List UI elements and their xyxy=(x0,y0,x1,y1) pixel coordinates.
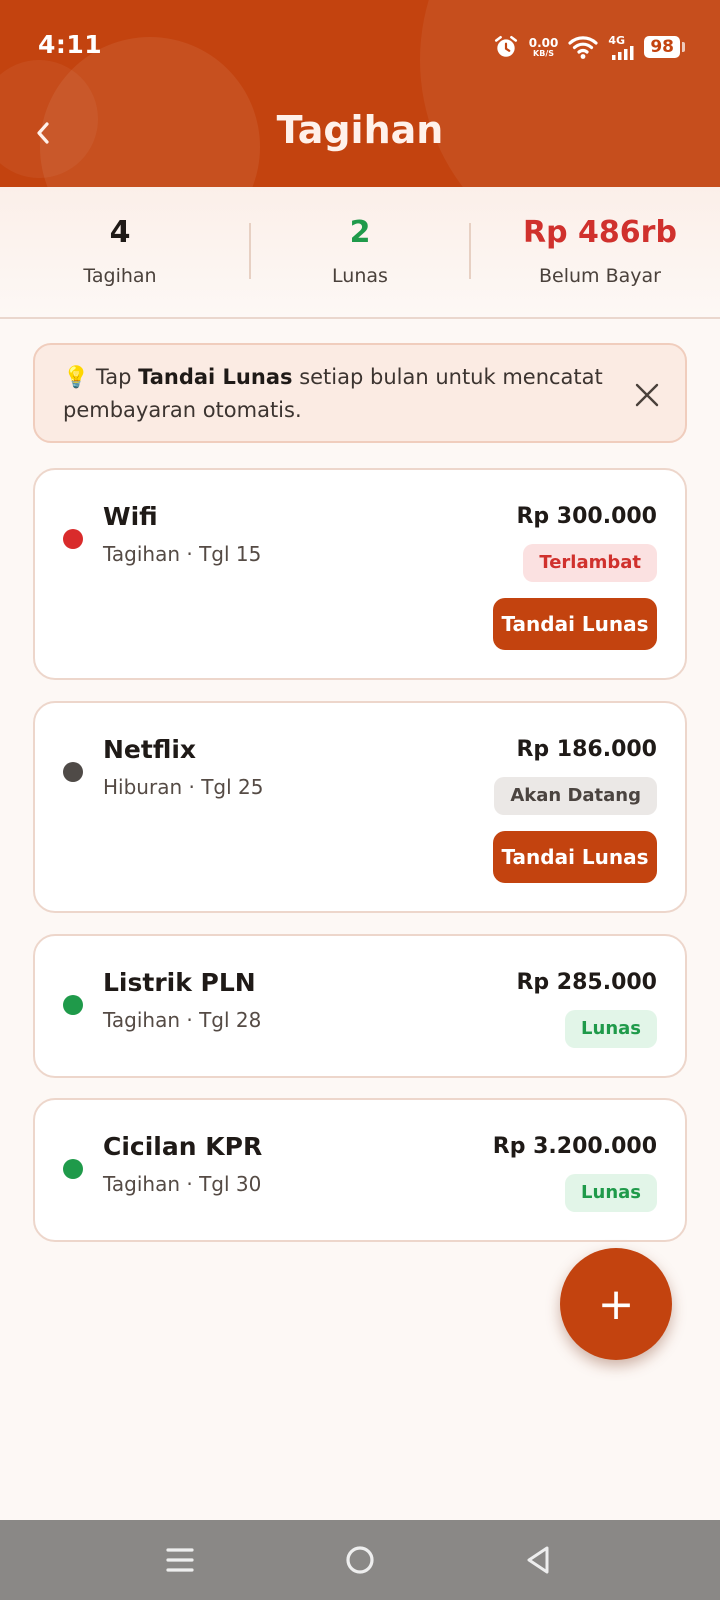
menu-icon xyxy=(166,1548,194,1572)
cellular-signal: 4G xyxy=(608,34,634,60)
summary-label: Tagihan xyxy=(83,265,157,287)
bill-card[interactable]: Listrik PLN Tagihan · Tgl 28 Rp 285.000 … xyxy=(33,934,687,1078)
tip-highlight: Tandai Lunas xyxy=(138,365,293,389)
recent-apps-button[interactable] xyxy=(158,1538,202,1582)
speed-unit: KB/S xyxy=(533,48,555,58)
page-title: Tagihan xyxy=(276,108,444,152)
add-bill-button[interactable]: + xyxy=(560,1248,672,1360)
back-nav-button[interactable] xyxy=(516,1538,560,1582)
bill-amount: Rp 300.000 xyxy=(516,504,657,529)
status-badge: Lunas xyxy=(565,1174,657,1212)
signal-icon xyxy=(612,46,634,60)
status-dot xyxy=(63,995,83,1015)
bill-subtitle: Tagihan · Tgl 15 xyxy=(103,542,262,566)
plus-icon: + xyxy=(597,1278,635,1330)
status-badge: Terlambat xyxy=(523,544,657,582)
bill-card[interactable]: Cicilan KPR Tagihan · Tgl 30 Rp 3.200.00… xyxy=(33,1098,687,1242)
close-tip-button[interactable] xyxy=(633,381,661,409)
status-dot xyxy=(63,762,83,782)
bill-name: Cicilan KPR xyxy=(103,1132,263,1161)
summary-divider xyxy=(469,223,471,279)
summary-value: Rp 486rb xyxy=(523,215,677,250)
status-time: 4:11 xyxy=(38,30,103,59)
tip-banner: 💡 Tap Tandai Lunas setiap bulan untuk me… xyxy=(33,343,687,443)
alarm-icon xyxy=(494,35,517,57)
status-dot xyxy=(63,1159,83,1179)
summary-divider xyxy=(249,223,251,279)
summary-value: 4 xyxy=(109,215,131,250)
bill-name: Listrik PLN xyxy=(103,968,256,997)
bill-name: Netflix xyxy=(103,735,197,764)
system-nav-bar xyxy=(0,1520,720,1600)
status-icons: 0.00 KB/S 4G 98 xyxy=(493,32,685,62)
header-decoration xyxy=(420,0,720,187)
home-button[interactable] xyxy=(338,1538,382,1582)
summary-bar: 4 Tagihan 2 Lunas Rp 486rb Belum Bayar xyxy=(0,187,720,319)
lightbulb-icon: 💡 xyxy=(63,365,90,389)
summary-value: 2 xyxy=(349,215,371,250)
status-badge: Lunas xyxy=(565,1010,657,1048)
bill-amount: Rp 3.200.000 xyxy=(492,1134,657,1159)
app-header: 4:11 0.00 KB/S 4G 98 Tagihan xyxy=(0,0,720,187)
bill-subtitle: Hiburan · Tgl 25 xyxy=(103,775,264,799)
bill-subtitle: Tagihan · Tgl 28 xyxy=(103,1008,262,1032)
summary-total-bills: 4 Tagihan xyxy=(0,187,240,317)
mark-paid-button[interactable]: Tandai Lunas xyxy=(493,831,657,883)
speed-value: 0.00 xyxy=(528,35,559,50)
home-circle-icon xyxy=(346,1546,374,1574)
bill-card[interactable]: Netflix Hiburan · Tgl 25 Rp 186.000 Akan… xyxy=(33,701,687,913)
wifi-icon xyxy=(568,36,598,59)
status-dot xyxy=(63,529,83,549)
triangle-back-icon xyxy=(527,1546,549,1574)
status-badge: Akan Datang xyxy=(494,777,657,815)
summary-paid: 2 Lunas xyxy=(240,187,480,317)
bill-amount: Rp 285.000 xyxy=(516,970,657,995)
summary-label: Belum Bayar xyxy=(539,265,661,287)
close-icon xyxy=(635,383,659,407)
network-speed: 0.00 KB/S xyxy=(529,37,559,58)
summary-label: Lunas xyxy=(332,265,388,287)
bill-name: Wifi xyxy=(103,502,158,531)
bill-card[interactable]: Wifi Tagihan · Tgl 15 Rp 300.000 Terlamb… xyxy=(33,468,687,680)
tip-prefix: Tap xyxy=(95,365,132,389)
bill-amount: Rp 186.000 xyxy=(516,737,657,762)
battery-indicator: 98 xyxy=(644,36,685,58)
summary-unpaid: Rp 486rb Belum Bayar xyxy=(480,187,720,317)
mark-paid-button[interactable]: Tandai Lunas xyxy=(493,598,657,650)
bill-subtitle: Tagihan · Tgl 30 xyxy=(103,1172,262,1196)
